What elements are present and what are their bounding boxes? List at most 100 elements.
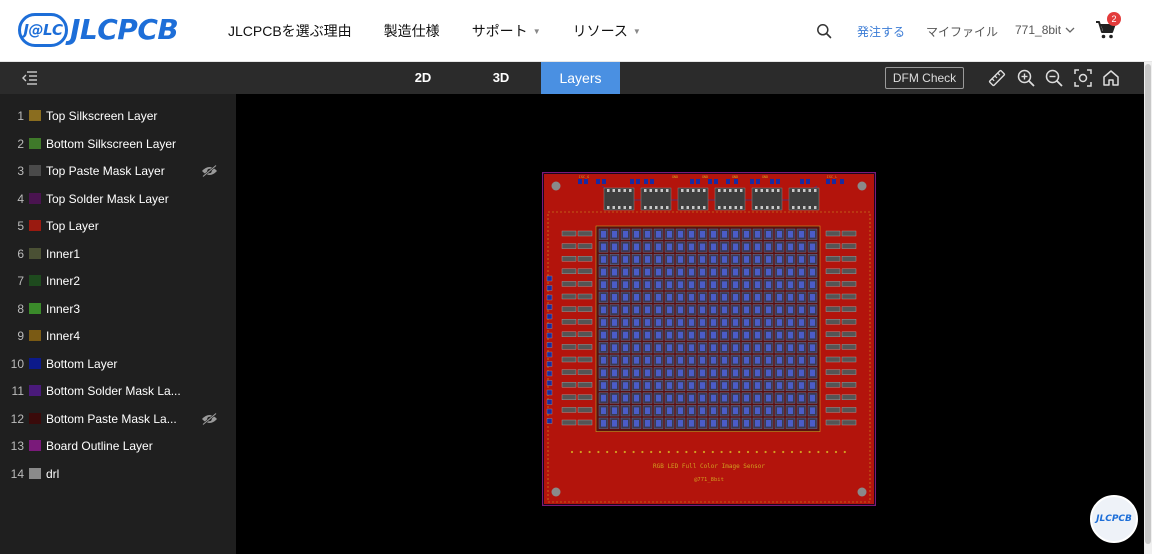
ruler-icon[interactable] [988,69,1006,87]
layer-color-swatch[interactable] [29,303,41,314]
layer-color-swatch[interactable] [29,220,41,231]
order-link[interactable]: 発注する [857,23,905,40]
layer-color-swatch[interactable] [29,358,41,369]
layer-row[interactable]: 2 Bottom Silkscreen Layer [0,133,236,155]
layer-row[interactable]: 7 Inner2 [0,270,236,292]
ic-pin [607,189,610,192]
nav-item-support[interactable]: サポート ▼ [472,21,541,41]
led-pad [766,256,771,263]
jlcpcb-floating-badge[interactable]: JLCPCB [1090,495,1138,543]
led-pad [623,382,628,389]
zoom-out-icon[interactable] [1045,69,1063,87]
eye-hidden-icon[interactable] [201,413,218,425]
led-pad [700,382,705,389]
led-pad [766,331,771,339]
tab-layers[interactable]: Layers [541,62,620,94]
layer-name: Bottom Silkscreen Layer [46,137,177,151]
led-pad [810,231,815,238]
nav-item-why-jlcpcb[interactable]: JLCPCBを選ぶ理由 [228,21,352,41]
nav-item-resources[interactable]: リソース ▼ [573,21,641,41]
layer-color-swatch[interactable] [29,413,41,424]
connector-pad [696,179,700,184]
layer-color-swatch[interactable] [29,275,41,286]
led-pad [722,294,727,301]
layer-row[interactable]: 6 Inner1 [0,243,236,265]
my-files-link[interactable]: マイファイル [926,23,998,40]
layer-row[interactable]: 10 Bottom Layer [0,353,236,375]
nav-item-specs[interactable]: 製造仕様 [384,21,440,41]
layer-color-swatch[interactable] [29,110,41,121]
layer-row[interactable]: 4 Top Solder Mask Layer [0,188,236,210]
layer-color-swatch[interactable] [29,193,41,204]
layer-color-swatch[interactable] [29,468,41,479]
led-pad [810,268,815,276]
led-pad [612,306,617,314]
pcb-viewer-canvas[interactable]: ISC_G ISC_L GND GND GND GND RGB LED Full Color… [236,94,1144,554]
home-icon[interactable] [1102,69,1120,87]
layer-row[interactable]: 13 Board Outline Layer [0,435,236,457]
zoom-in-icon[interactable] [1017,69,1035,87]
layer-row[interactable]: 14 drl [0,463,236,485]
layer-row[interactable]: 9 Inner4 [0,325,236,347]
ic-pin [629,189,632,192]
via-dot [685,450,688,454]
page-scrollbar[interactable] [1144,62,1152,554]
ic-pin [760,206,763,209]
led-pad [744,281,749,288]
led-pad [645,357,650,364]
layer-row[interactable]: 11 Bottom Solder Mask La... [0,380,236,402]
nav-item-label: サポート [471,23,528,39]
jlcpcb-logo[interactable]: J@LC JLCPCB [18,12,180,50]
layer-color-swatch[interactable] [29,440,41,451]
eye-hidden-icon[interactable] [201,165,218,177]
tab-3d[interactable]: 3D [470,62,532,94]
search-icon[interactable] [816,23,832,39]
fit-view-icon[interactable] [1074,69,1092,87]
led-pad [689,319,694,326]
pcb-board-render[interactable]: ISC_G ISC_L GND GND GND GND RGB LED Full Color… [542,172,876,506]
led-pad [766,420,771,427]
layer-color-swatch[interactable] [29,385,41,396]
dfm-check-button[interactable]: DFM Check [885,67,964,89]
led-pad [722,344,727,351]
led-pad [810,369,815,377]
side-resistor [825,344,841,350]
led-pad [689,306,694,314]
side-resistor [561,394,577,401]
side-resistor [841,255,857,262]
layer-row[interactable]: 3 Top Paste Mask Layer [0,160,236,182]
layer-color-swatch[interactable] [29,330,41,341]
user-account-menu[interactable]: 771_8bit [1015,23,1075,37]
cart-button[interactable]: 2 [1095,12,1121,40]
connector-pad [690,179,694,184]
layer-row[interactable]: 8 Inner3 [0,298,236,320]
led-pad [722,281,727,288]
layer-color-swatch[interactable] [29,165,41,176]
tab-2d[interactable]: 2D [392,62,454,94]
led-pad [667,407,672,414]
side-resistor [825,381,841,388]
led-pad [788,357,793,364]
layer-color-swatch[interactable] [29,138,41,149]
ic-pin [792,206,795,209]
side-resistor [577,293,593,300]
led-pad [623,407,628,414]
ic-pin [777,206,780,209]
layer-color-swatch[interactable] [29,248,41,259]
led-pad [711,407,716,414]
ic-pin [703,206,706,209]
side-resistor [841,306,857,312]
scrollbar-thumb[interactable] [1145,64,1151,544]
layer-row[interactable]: 5 Top Layer [0,215,236,237]
led-pad [788,243,793,251]
layer-row[interactable]: 12 Bottom Paste Mask La... [0,408,236,430]
mounting-hole [551,487,561,497]
layer-row[interactable]: 1 Top Silkscreen Layer [0,105,236,127]
ic-pin [718,206,721,209]
collapse-sidebar-icon[interactable] [22,71,38,85]
header-pin [546,361,553,367]
led-pad [634,357,639,364]
led-pad [656,294,661,301]
connector-pad [578,179,582,184]
led-pad [788,256,793,263]
